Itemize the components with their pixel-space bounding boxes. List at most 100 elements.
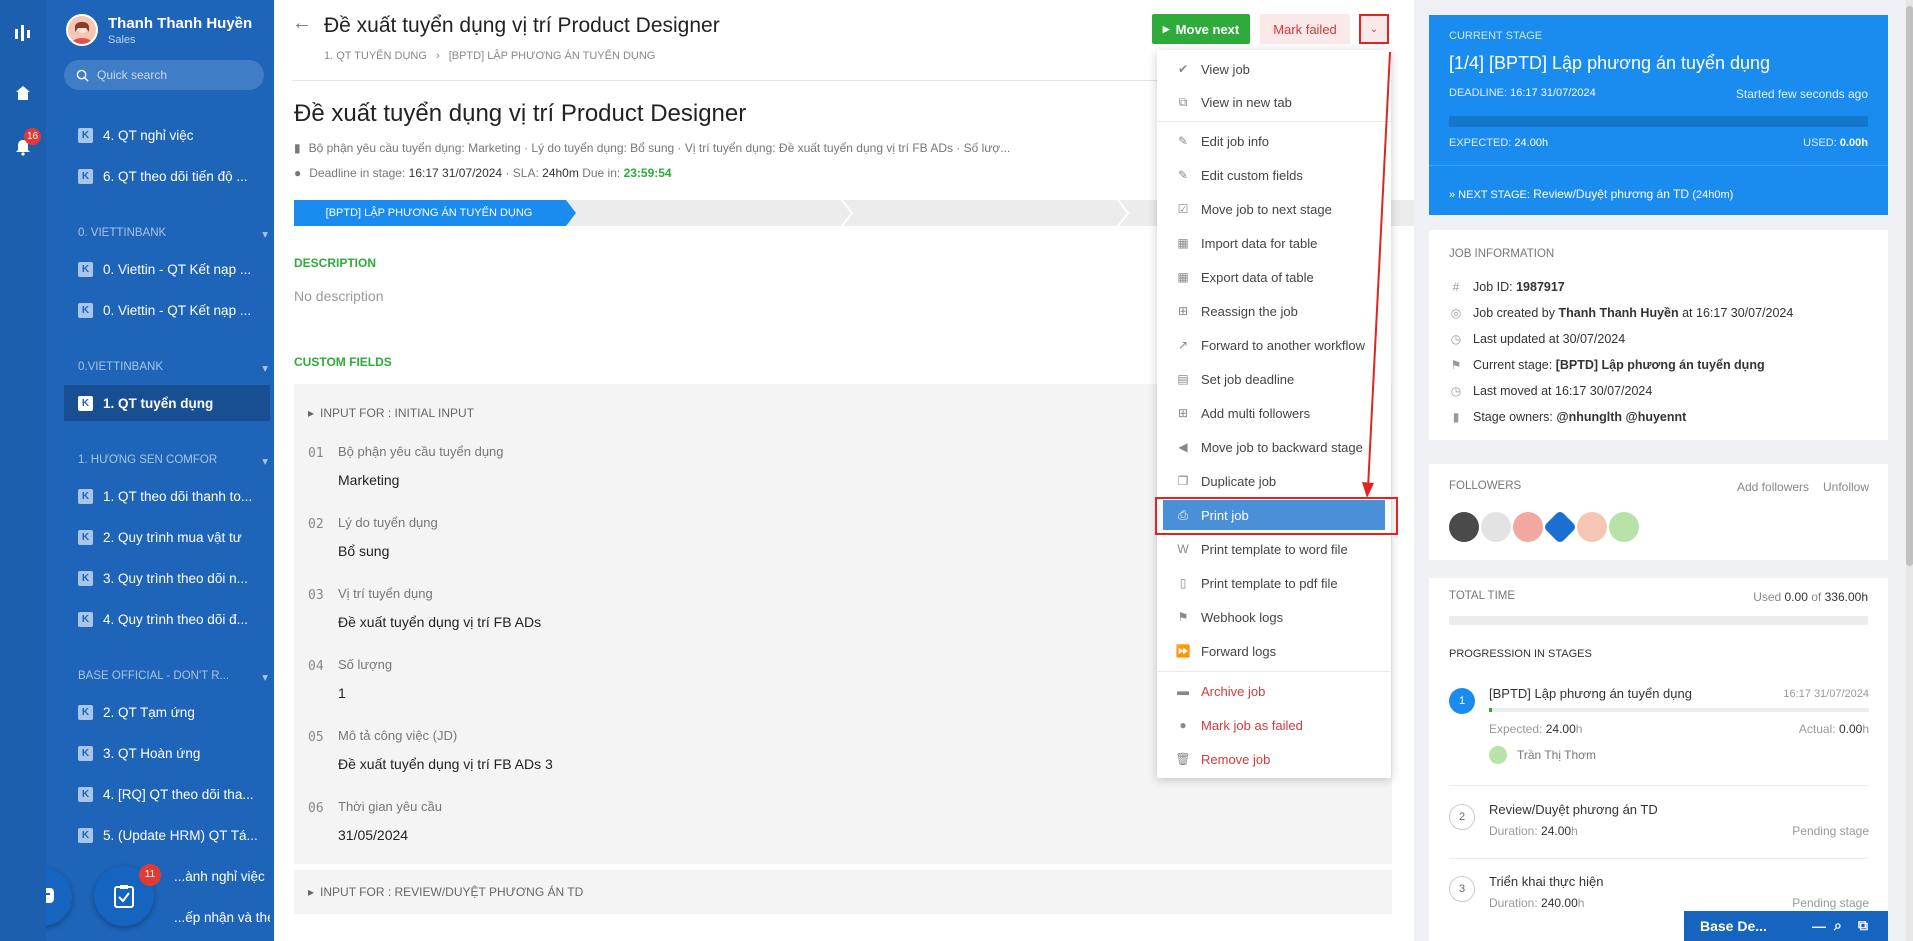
sidebar-group-header[interactable]: 0. VIETTINBANK ▾	[78, 227, 268, 241]
home-icon[interactable]	[0, 78, 46, 108]
base-logo-icon[interactable]	[0, 18, 46, 48]
follower-avatar[interactable]	[1513, 512, 1543, 542]
menu-item-forward-logs[interactable]: ⏩ Forward logs	[1163, 636, 1385, 666]
app-root: 16 Thanh Thanh Huyền Sales K 4. QT nghỉ v…	[0, 0, 1913, 941]
sidebar-item[interactable]: K 2. QT Tạm ứng	[64, 694, 270, 730]
creator-name[interactable]: Thanh Thanh Huyền	[1558, 306, 1678, 320]
menu-item-duplicate[interactable]: ❐ Duplicate job	[1163, 466, 1385, 496]
progression-heading: PROGRESSION IN STAGES	[1449, 648, 1592, 660]
sidebar-item[interactable]: K 0. Viettin - QT Kết nạp ...	[64, 292, 270, 328]
field-group-toggle[interactable]: ▸ INPUT FOR : INITIAL INPUT	[308, 406, 474, 420]
moved-row: ◷ Last moved at 16:17 30/07/2024	[1449, 384, 1653, 398]
menu-item-mark-failed[interactable]: ● Mark job as failed	[1163, 710, 1385, 740]
sidebar-item-label: 6. QT theo dõi tiến độ ...	[103, 168, 248, 184]
back-arrow-icon[interactable]: ←	[292, 12, 312, 35]
stage-divider	[1449, 785, 1868, 786]
stage-step-current[interactable]: [BPTD] LẬP PHƯƠNG ÁN TUYỂN DỤNG	[294, 200, 564, 226]
menu-item-reassign[interactable]: ⊞ Reassign the job	[1163, 296, 1385, 326]
menu-item-view-new-tab[interactable]: ⧉ View in new tab	[1163, 87, 1385, 117]
menu-item-add-followers[interactable]: ⊞ Add multi followers	[1163, 398, 1385, 428]
sidebar-item[interactable]: K 3. QT Hoàn ứng	[64, 735, 270, 771]
more-actions-button[interactable]: ⌄	[1359, 14, 1389, 44]
menu-item-archive[interactable]: ▬ Archive job	[1163, 676, 1385, 706]
menu-item-print-word[interactable]: W Print template to word file	[1163, 534, 1385, 564]
expected-unit: h	[1575, 722, 1583, 736]
description-empty[interactable]: No description	[294, 288, 384, 304]
next-stage[interactable]: » NEXT STAGE: Review/Duyệt phương án TD …	[1449, 187, 1733, 201]
duration-value: 240.00	[1541, 896, 1578, 910]
follower-avatar[interactable]	[1577, 512, 1607, 542]
stage-number: 1	[1449, 688, 1475, 714]
sidebar-group-header[interactable]: BASE OFFICIAL - DON'T R... ▾	[78, 670, 268, 684]
menu-item-remove[interactable]: 🗑 Remove job	[1163, 744, 1385, 774]
progression-stage[interactable]: 1 [BPTD] Lập phương án tuyển dụng 16:17 …	[1449, 686, 1869, 786]
chat-window-bar[interactable]: Base De... — ⌕ ⧉	[1684, 911, 1888, 941]
scrollbar-thumb[interactable]	[1906, 6, 1913, 566]
follower-avatar[interactable]	[1449, 512, 1479, 542]
follower-avatar[interactable]	[1609, 512, 1639, 542]
menu-item-label: Edit custom fields	[1201, 167, 1303, 183]
sidebar-item-label: 0. Viettin - QT Kết nạp ...	[103, 302, 252, 318]
sidebar-item-active[interactable]: K 1. QT tuyển dụng	[64, 385, 270, 421]
search-input[interactable]	[97, 68, 257, 82]
unfollow-link[interactable]: Unfollow	[1823, 480, 1869, 494]
alert-circle-icon: ●	[294, 166, 302, 180]
sidebar-item[interactable]: K 4. [RQ] QT theo dõi tha...	[64, 776, 270, 812]
move-next-button[interactable]: ▶ Move next	[1152, 14, 1250, 44]
sidebar-item[interactable]: K 4. QT nghỉ việc	[64, 117, 270, 153]
menu-item-view-job[interactable]: ✔ View job	[1163, 54, 1385, 84]
job-id: 1987917	[1516, 280, 1565, 294]
breadcrumb-item[interactable]: [BPTD] LẬP PHƯƠNG ÁN TUYỂN DỤNG	[449, 50, 656, 62]
caret-down-icon: ▾	[262, 229, 268, 241]
sidebar-item[interactable]: K 4. Quy trình theo dõi đ...	[64, 601, 270, 637]
chevron-down-icon: ⌄	[1369, 23, 1379, 35]
field-group-toggle[interactable]: ▸ INPUT FOR : REVIEW/DUYỆT PHƯƠNG ÁN TD	[308, 885, 583, 899]
forward-icon: ↗	[1177, 338, 1189, 352]
menu-item-label: Remove job	[1201, 751, 1271, 767]
sidebar-item[interactable]: K 0. Viettin - QT Kết nạp ...	[64, 251, 270, 287]
field-group-label: INPUT FOR : REVIEW/DUYỆT PHƯƠNG ÁN TD	[320, 885, 584, 899]
menu-item-move-next-stage[interactable]: ☑ Move job to next stage	[1163, 194, 1385, 224]
sidebar-item[interactable]: K 3. Quy trình theo dõi n...	[64, 560, 270, 596]
edit-icon: ✎	[1177, 134, 1189, 148]
minimize-icon[interactable]: —	[1812, 918, 1826, 934]
current-stage-label: CURRENT STAGE	[1449, 30, 1543, 42]
workflow-icon: K	[78, 529, 93, 545]
follower-avatar[interactable]	[1481, 512, 1511, 542]
search-icon[interactable]: ⌕	[1834, 917, 1842, 934]
caret-down-icon: ▾	[262, 456, 268, 468]
menu-item-move-backward[interactable]: ◀ Move job to backward stage	[1163, 432, 1385, 462]
menu-item-edit-job-info[interactable]: ✎ Edit job info	[1163, 126, 1385, 156]
add-followers-link[interactable]: Add followers	[1737, 480, 1809, 494]
menu-item-forward-workflow[interactable]: ↗ Forward to another workflow	[1163, 330, 1385, 360]
breadcrumb-item[interactable]: 1. QT TUYỂN DỤNG	[324, 50, 427, 62]
menu-item-edit-custom-fields[interactable]: ✎ Edit custom fields	[1163, 160, 1385, 190]
checkbox-icon: ☑	[1177, 202, 1189, 216]
sidebar-group-header[interactable]: 0.VIETTINBANK ▾	[78, 361, 268, 375]
menu-item-webhook-logs[interactable]: ⚑ Webhook logs	[1163, 602, 1385, 632]
mark-failed-button[interactable]: Mark failed	[1260, 14, 1350, 44]
sidebar-group-header[interactable]: 1. HƯƠNG SEN COMFOR ▾	[78, 454, 268, 468]
used-value: 0.00h	[1839, 137, 1868, 149]
menu-item-import-table[interactable]: ▦ Import data for table	[1163, 228, 1385, 258]
menu-item-print-pdf[interactable]: ▯ Print template to pdf file	[1163, 568, 1385, 598]
sidebar-item[interactable]: K 1. QT theo dõi thanh to...	[64, 478, 270, 514]
sidebar-item[interactable]: K 2. Quy trình mua vật tư	[64, 519, 270, 555]
external-link-icon[interactable]: ⧉	[1858, 917, 1868, 934]
duration-unit: h	[1577, 896, 1585, 910]
menu-item-set-deadline[interactable]: ▤ Set job deadline	[1163, 364, 1385, 394]
stage-time: 16:17 31/07/2024	[1783, 688, 1869, 700]
check-icon: ✔	[1177, 62, 1189, 76]
user-profile[interactable]: Thanh Thanh Huyền Sales	[66, 14, 252, 46]
stage-row: ⚑ Current stage: [BPTD] Lập phương án tuy…	[1449, 358, 1765, 372]
menu-item-export-table[interactable]: ▦ Export data of table	[1163, 262, 1385, 292]
sidebar-item[interactable]: K 5. (Update HRM) QT Tá...	[64, 817, 270, 853]
owners-value[interactable]: @nhunglth @huyennt	[1556, 410, 1686, 424]
field-value: Đề xuất tuyển dụng vị trí FB ADs	[338, 614, 542, 630]
sidebar-item[interactable]: K 6. QT theo dõi tiến độ ...	[64, 158, 270, 194]
progression-stage[interactable]: 2 Review/Duyệt phương án TD Duration: 24…	[1449, 802, 1869, 862]
menu-item-label: View job	[1201, 61, 1250, 77]
sla-label: · SLA:	[505, 166, 539, 180]
quick-search[interactable]	[64, 60, 264, 90]
field-value: Marketing	[338, 472, 400, 488]
